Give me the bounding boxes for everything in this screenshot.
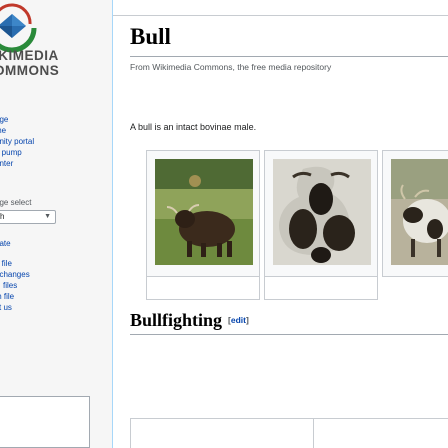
sidebar-nav-participate: pate d file t changes files m file ct us [0,238,105,313]
nav-latest-files[interactable]: files [0,280,105,291]
gallery-item[interactable] [146,150,260,277]
nav-contact-us[interactable]: ct us [0,302,105,313]
gallery-item[interactable] [264,150,378,277]
nav-village-pump[interactable]: e pump [0,147,105,158]
intro-text: A bull is an intact bovinae male. [130,122,257,132]
nav-welcome[interactable]: me [0,125,105,136]
gallery-caption [264,277,378,300]
language-select-label: age select [0,198,32,207]
sidebar: IKIMEDIA OMMONS age me unity portal e pu… [0,0,112,448]
site-tagline: From Wikimedia Commons, the free media r… [130,62,332,72]
logo-text-line2: OMMONS [0,63,60,78]
nav-participate[interactable]: pate [0,238,105,249]
chevron-down-icon: ▼ [44,213,51,220]
section-heading-bullfighting: Bullfighting [edit] [130,310,249,331]
nav-community-portal[interactable]: unity portal [0,136,105,147]
section-heading-text: Bullfighting [130,310,223,330]
gallery-item[interactable] [382,150,448,277]
box-divider [313,419,314,448]
logo-text-line1: IKIMEDIA [0,48,59,63]
sidebar-nav: age me unity portal e pump enter [0,114,105,169]
edit-link[interactable]: edit [231,315,246,325]
image-gallery [130,150,448,300]
nav-recent-changes[interactable]: t changes [0,269,105,280]
language-select[interactable]: h ▼ [0,210,56,224]
nav-help-center[interactable]: enter [0,158,105,169]
gallery-caption [146,277,260,300]
site-logo[interactable]: IKIMEDIA OMMONS [0,0,112,100]
commons-logo-icon [0,3,37,53]
content-box [130,418,448,448]
sidebar-widget [0,396,90,448]
section-edit: [edit] [228,315,249,325]
bull-photo [391,159,448,265]
top-bar [113,0,448,16]
page-title: Bull [130,24,171,49]
title-divider [130,56,448,57]
language-select-value: h [0,212,5,221]
section-divider [130,334,448,335]
nav-upload-file[interactable]: d file [0,258,105,269]
bull-photo [273,159,371,265]
bull-photo [155,159,253,265]
nav-main-page[interactable]: age [0,114,105,125]
main-content: Bull From Wikimedia Commons, the free me… [112,0,448,448]
nav-random-file[interactable]: m file [0,291,105,302]
